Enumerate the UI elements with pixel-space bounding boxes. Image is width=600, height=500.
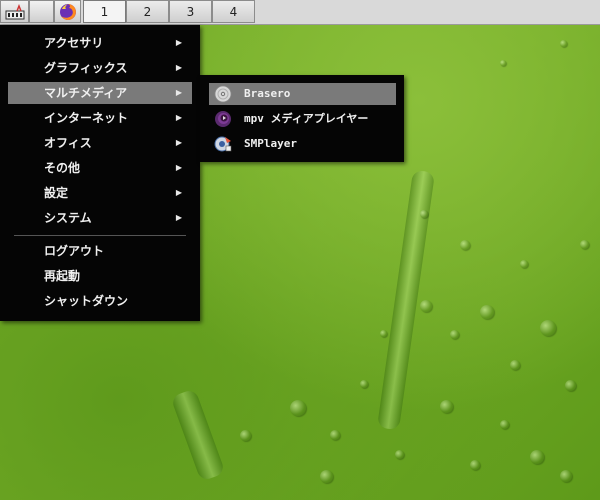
menu-item-multimedia[interactable]: マルチメディア ▶ <box>8 82 192 104</box>
submenu-arrow-icon: ▶ <box>175 213 182 222</box>
submenu-arrow-icon: ▶ <box>175 163 182 172</box>
smplayer-icon <box>214 136 232 152</box>
menu-item-label: 設定 <box>44 186 69 200</box>
menu-item-label: システム <box>44 211 92 225</box>
menu-item-internet[interactable]: インターネット ▶ <box>8 107 192 129</box>
brasero-disc-icon <box>214 85 232 103</box>
application-menu: アクセサリ ▶ グラフィックス ▶ マルチメディア ▶ インターネット ▶ オフ… <box>0 25 200 321</box>
menu-item-label: シャットダウン <box>44 294 129 308</box>
submenu-arrow-icon: ▶ <box>175 188 182 197</box>
submenu-arrow-icon: ▶ <box>175 63 182 72</box>
menu-item-logout[interactable]: ログアウト <box>8 240 192 262</box>
menu-item-label: その他 <box>44 161 81 175</box>
system-monitor-launcher[interactable] <box>0 0 29 23</box>
menu-item-label: インターネット <box>44 111 129 125</box>
submenu-arrow-icon: ▶ <box>175 138 182 147</box>
submenu-item-label: Brasero <box>244 87 291 100</box>
menu-item-other[interactable]: その他 ▶ <box>8 157 192 179</box>
menu-item-shutdown[interactable]: シャットダウン <box>8 290 192 312</box>
menu-item-label: マルチメディア <box>44 86 128 100</box>
submenu-arrow-icon: ▶ <box>175 38 182 47</box>
menu-item-label: ログアウト <box>44 244 105 258</box>
submenu-item-mpv[interactable]: mpv メディアプレイヤー <box>209 108 396 130</box>
submenu-item-label: SMPlayer <box>244 137 297 150</box>
mpv-icon <box>215 111 231 127</box>
workspace-2-button[interactable]: 2 <box>126 0 169 23</box>
menu-item-label: グラフィックス <box>44 61 128 75</box>
firefox-icon <box>59 3 76 20</box>
submenu-arrow-icon: ▶ <box>175 88 182 97</box>
menu-item-label: アクセサリ <box>44 36 104 50</box>
submenu-item-smplayer[interactable]: SMPlayer <box>209 133 396 155</box>
menu-separator <box>14 235 186 236</box>
submenu-item-brasero[interactable]: Brasero <box>209 83 396 105</box>
workspace-1-button[interactable]: 1 <box>83 0 126 23</box>
multimedia-submenu: Brasero mpv メディアプレイヤー SMPlayer <box>200 75 404 162</box>
menu-item-label: 再起動 <box>44 269 81 283</box>
menu-item-office[interactable]: オフィス ▶ <box>8 132 192 154</box>
workspace-4-button[interactable]: 4 <box>212 0 255 23</box>
menu-item-label: オフィス <box>44 136 92 150</box>
menu-item-system[interactable]: システム ▶ <box>8 207 192 229</box>
menu-item-accessories[interactable]: アクセサリ ▶ <box>8 32 192 54</box>
submenu-arrow-icon: ▶ <box>175 113 182 122</box>
taskbar: 1 2 3 4 <box>0 0 600 25</box>
system-monitor-icon <box>5 3 24 19</box>
menu-item-reboot[interactable]: 再起動 <box>8 265 192 287</box>
submenu-item-label: mpv メディアプレイヤー <box>244 112 369 125</box>
firefox-launcher[interactable] <box>54 0 81 23</box>
menu-item-settings[interactable]: 設定 ▶ <box>8 182 192 204</box>
menu-item-graphics[interactable]: グラフィックス ▶ <box>8 57 192 79</box>
workspace-3-button[interactable]: 3 <box>169 0 212 23</box>
blank-launcher[interactable] <box>29 0 54 23</box>
